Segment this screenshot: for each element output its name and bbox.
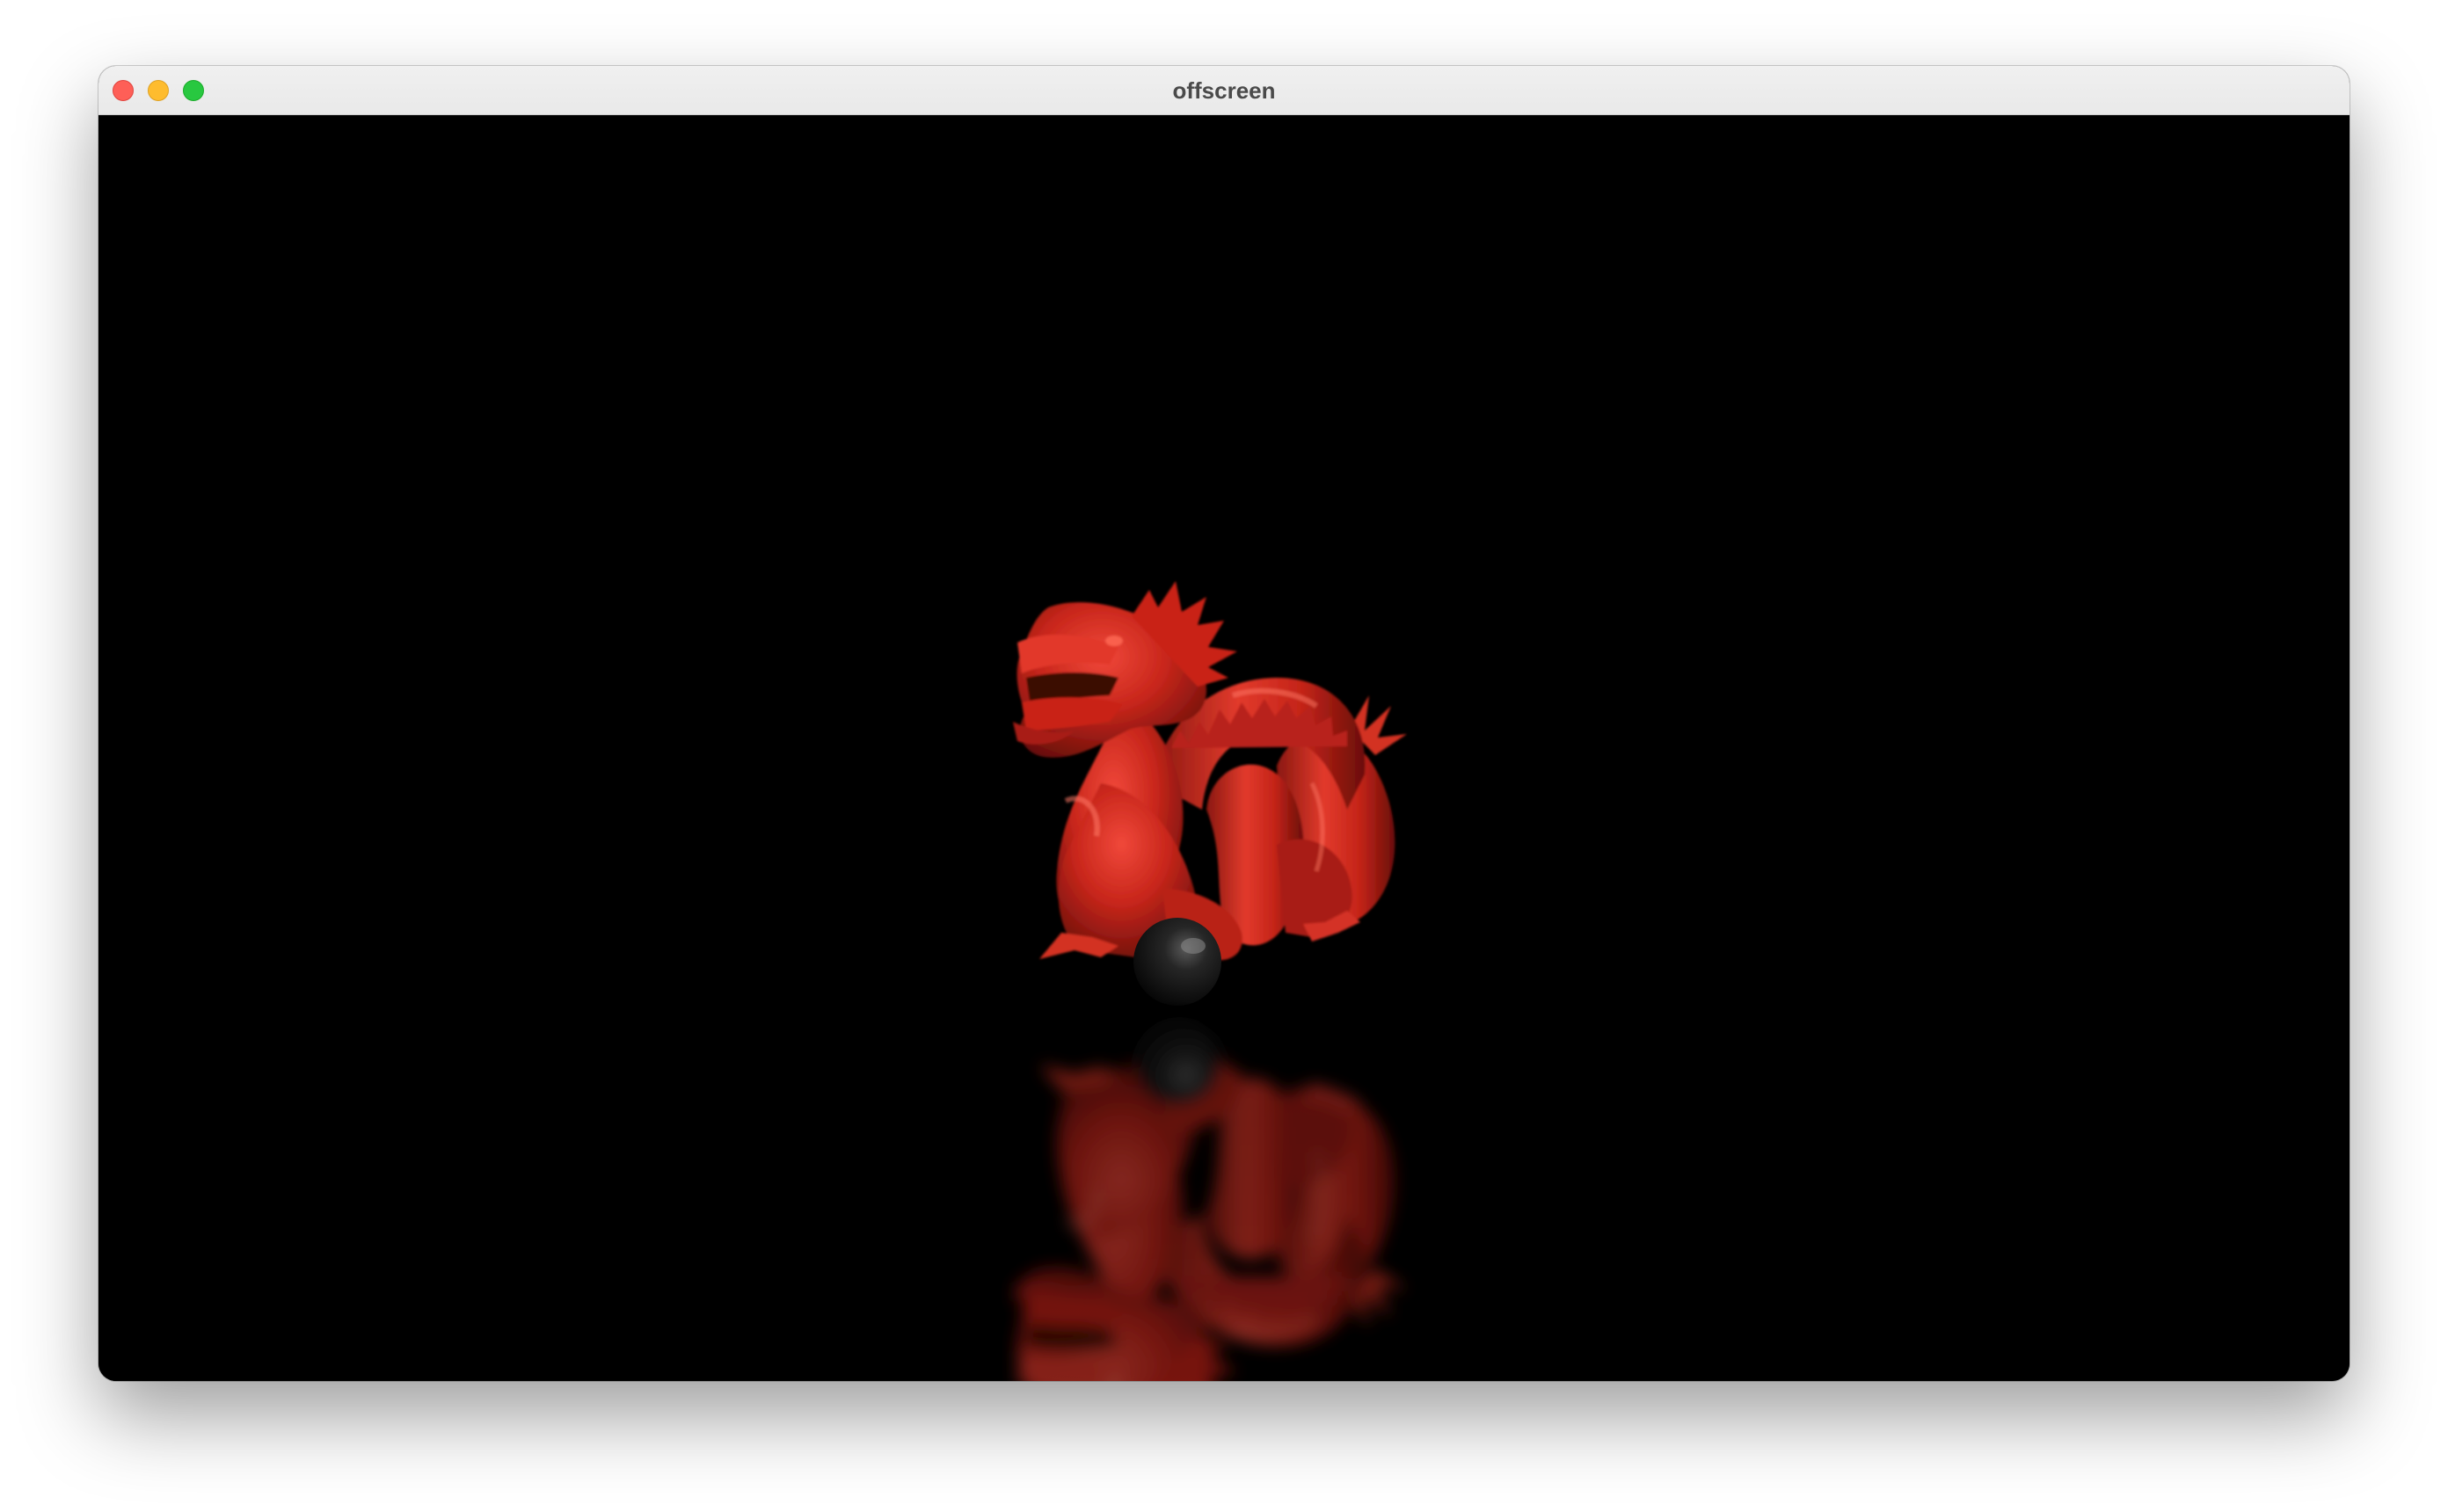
desktop: offscreen — [0, 0, 2448, 1512]
render-viewport[interactable] — [98, 115, 2350, 1381]
dragon-model — [1013, 581, 1407, 961]
rendered-scene — [98, 581, 2350, 1381]
floor-reflection — [1013, 1018, 1407, 1381]
title-bar[interactable]: offscreen — [98, 66, 2350, 115]
window-title: offscreen — [1172, 77, 1276, 104]
sphere-model — [1133, 918, 1221, 1006]
app-window: offscreen — [98, 66, 2350, 1381]
